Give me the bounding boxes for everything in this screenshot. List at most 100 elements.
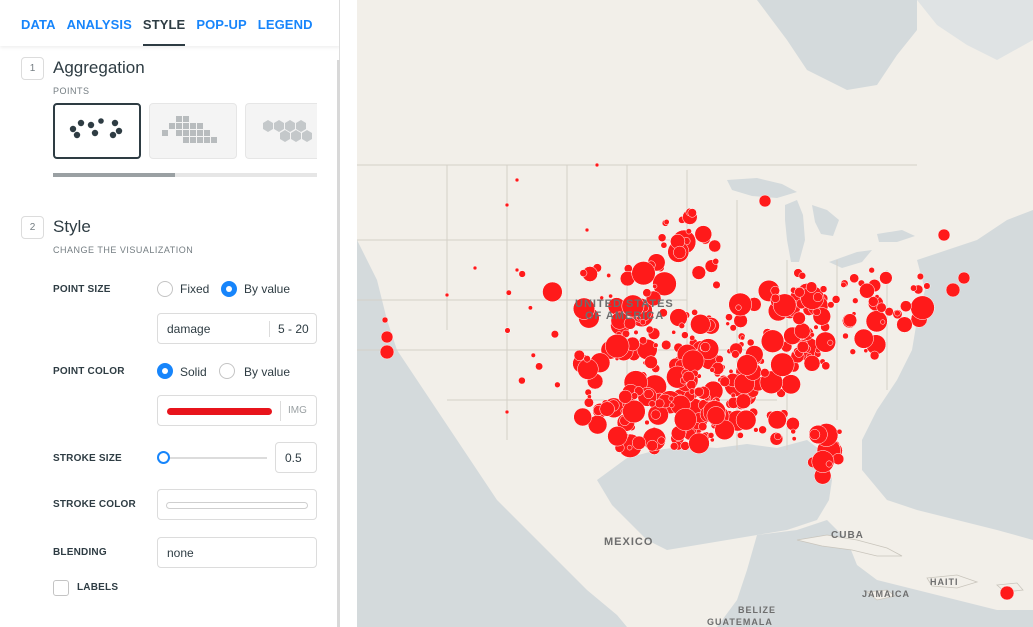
data-point	[753, 427, 759, 433]
data-point	[685, 228, 692, 235]
aggregation-hexagons-option[interactable]	[245, 103, 317, 159]
stroke-color-swatch[interactable]	[166, 502, 308, 509]
map-label-guatemala: GUATEMALA	[707, 617, 773, 627]
stroke-size-input[interactable]: 0.5	[275, 442, 317, 473]
data-point	[728, 368, 734, 374]
blending-select[interactable]: none	[157, 537, 317, 568]
data-point	[999, 585, 1015, 601]
data-point	[731, 350, 740, 359]
data-point	[827, 339, 834, 346]
data-point	[709, 367, 715, 373]
data-point	[712, 280, 721, 289]
panel-scrollbar[interactable]	[337, 60, 340, 627]
data-point	[633, 329, 639, 335]
point-size-range-value[interactable]: 5 - 20	[278, 322, 309, 336]
point-color-by-value-radio[interactable]	[219, 363, 235, 379]
stroke-color-picker[interactable]	[157, 489, 317, 520]
blending-label: BLENDING	[53, 547, 107, 558]
data-point	[791, 436, 797, 442]
data-point	[803, 354, 821, 372]
data-point	[836, 428, 843, 435]
data-point	[652, 342, 659, 349]
data-point	[843, 313, 858, 328]
point-color-by-value-label[interactable]: By value	[244, 365, 290, 379]
data-point	[639, 336, 648, 345]
tab-style[interactable]: STYLE	[142, 0, 186, 46]
point-size-column-value: damage	[167, 322, 211, 336]
stroke-size-slider-handle[interactable]	[157, 451, 170, 464]
map-label-haiti: HAITI	[930, 577, 959, 587]
section-number-style: 2	[21, 216, 44, 239]
data-point	[945, 282, 961, 298]
labels-label[interactable]: LABELS	[77, 582, 118, 593]
point-color-solid-label[interactable]: Solid	[180, 365, 207, 379]
stroke-color-label: STROKE COLOR	[53, 499, 136, 510]
data-point	[648, 400, 656, 408]
tab-data[interactable]: DATA	[21, 0, 56, 46]
data-point	[670, 442, 679, 451]
data-point	[657, 233, 667, 242]
data-point	[688, 432, 710, 454]
data-point	[678, 322, 685, 329]
data-point	[381, 316, 389, 324]
map-canvas[interactable]: UNITED STATES OF AMERICA MEXICO CUBA HAI…	[357, 0, 1033, 627]
data-point	[643, 388, 654, 400]
data-point	[607, 426, 628, 447]
data-point	[626, 444, 633, 451]
data-point	[583, 397, 594, 408]
aggregation-scrollbar[interactable]	[53, 173, 317, 177]
data-point	[654, 398, 665, 409]
point-size-column-select[interactable]: damage 5 - 20	[157, 313, 317, 344]
point-size-fixed-label[interactable]: Fixed	[180, 282, 209, 296]
data-point	[879, 271, 893, 285]
blending-value: none	[167, 546, 194, 560]
data-point	[849, 273, 860, 284]
data-point	[687, 208, 697, 218]
point-color-solid-radio[interactable]	[157, 363, 173, 379]
data-point	[736, 354, 758, 376]
map-label-belize: BELIZE	[738, 605, 777, 615]
data-point	[380, 330, 394, 344]
data-point	[668, 402, 675, 409]
section-title-aggregation: Aggregation	[53, 58, 145, 77]
data-point	[379, 344, 395, 360]
labels-checkbox[interactable]	[53, 580, 69, 596]
data-point	[809, 429, 821, 440]
tab-pop-up[interactable]: POP-UP	[196, 0, 246, 46]
point-color-picker[interactable]: IMG	[157, 395, 317, 426]
data-point	[579, 269, 588, 277]
data-point	[840, 281, 847, 288]
point-size-label: POINT SIZE	[53, 284, 111, 295]
data-point	[660, 241, 668, 249]
data-point	[661, 339, 672, 351]
data-point	[719, 376, 731, 387]
data-point	[849, 348, 856, 355]
data-point	[518, 376, 526, 385]
data-point	[707, 432, 715, 439]
data-point	[644, 419, 650, 426]
aggregation-squares-option[interactable]	[149, 103, 237, 159]
tab-legend[interactable]: LEGEND	[258, 0, 313, 46]
point-size-fixed-radio[interactable]	[157, 281, 173, 297]
divider	[269, 321, 270, 337]
data-point	[583, 355, 591, 363]
data-point	[657, 436, 666, 445]
image-button[interactable]: IMG	[288, 405, 307, 416]
data-point	[698, 421, 708, 432]
tab-analysis[interactable]: ANALYSIS	[67, 0, 132, 46]
color-swatch[interactable]	[167, 408, 272, 415]
section-subtitle-style: CHANGE THE VISUALIZATION	[53, 245, 194, 255]
data-point	[910, 284, 918, 292]
aggregation-scrollbar-thumb[interactable]	[53, 173, 175, 177]
point-size-by-value-label[interactable]: By value	[244, 282, 290, 296]
data-point	[573, 407, 592, 427]
data-point	[916, 272, 924, 281]
aggregation-points-option[interactable]	[53, 103, 141, 159]
stroke-size-slider-track[interactable]	[163, 457, 267, 459]
data-point	[863, 348, 869, 354]
data-point	[760, 368, 770, 378]
data-point	[671, 329, 677, 335]
map-label-usa-line1: UNITED STATES	[575, 298, 674, 310]
data-point	[770, 352, 795, 377]
point-size-by-value-radio[interactable]	[221, 281, 237, 297]
